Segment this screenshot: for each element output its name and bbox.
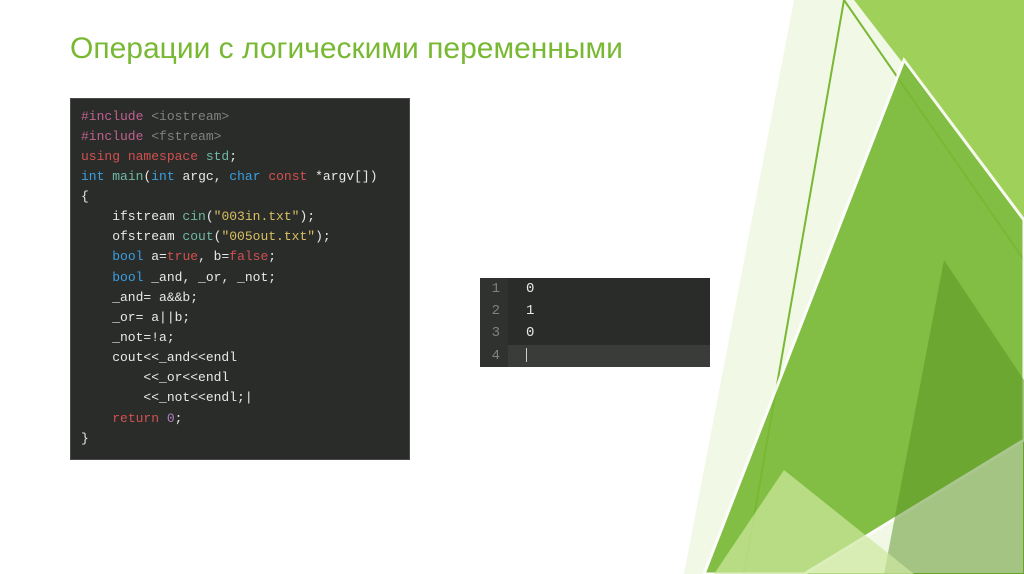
output-row: 1 0	[480, 278, 710, 300]
output-row: 2 1	[480, 300, 710, 322]
output-panel: 1 0 2 1 3 0 4	[480, 278, 710, 368]
output-row: 3 0	[480, 322, 710, 344]
code-editor: #include <iostream> #include <fstream> u…	[70, 98, 410, 460]
output-row: 4	[480, 345, 710, 367]
cursor-icon	[526, 348, 527, 362]
slide-title: Операции с логическими переменными	[70, 30, 954, 68]
